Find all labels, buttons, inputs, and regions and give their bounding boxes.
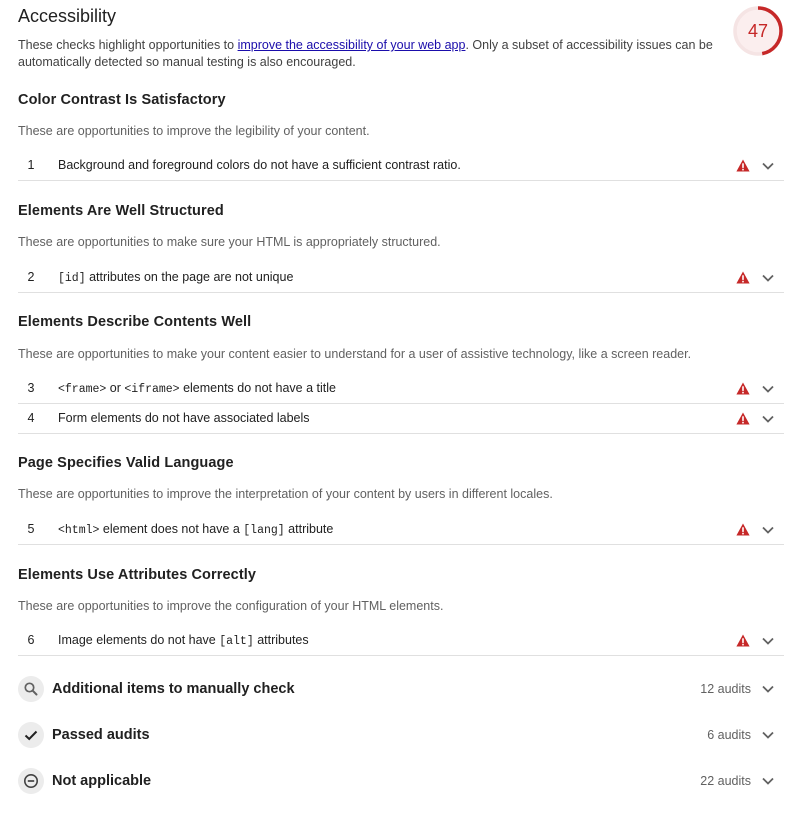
audit-title: <html> element does not have a [lang] at…: [58, 515, 333, 545]
chevron-down-icon[interactable]: [761, 413, 775, 425]
chevron-down-icon[interactable]: [761, 383, 775, 395]
group-description-language: These are opportunities to improve the i…: [18, 487, 553, 501]
audit-index: 3: [27, 381, 35, 395]
chevron-down-icon[interactable]: [761, 775, 775, 787]
audit-index: 6: [27, 633, 35, 647]
category-description: These checks highlight opportunities to …: [18, 37, 723, 71]
audit-text: elements do not have a title: [179, 381, 336, 395]
passed-audits-section[interactable]: Passed audits 6 audits: [18, 720, 784, 750]
search-icon: [18, 676, 44, 702]
code-snippet: <iframe>: [124, 383, 180, 396]
audit-row-html-lang[interactable]: 5 <html> element does not have a [lang] …: [18, 515, 784, 545]
group-description-describe: These are opportunities to make your con…: [18, 347, 692, 361]
warning-icon: [736, 412, 750, 425]
audit-text: Image elements do not have: [58, 633, 220, 647]
score-value: 47: [747, 21, 769, 41]
minus-circle-icon: [18, 768, 44, 794]
group-title-describe: Elements Describe Contents Well: [18, 314, 252, 330]
warning-icon: [736, 271, 750, 284]
chevron-down-icon[interactable]: [761, 683, 775, 695]
group-title-language: Page Specifies Valid Language: [18, 455, 234, 471]
group-title-contrast: Color Contrast Is Satisfactory: [18, 92, 226, 108]
group-title-structure: Elements Are Well Structured: [18, 203, 224, 219]
audit-text: Background and foreground colors do not …: [58, 158, 461, 172]
audit-title: [id] attributes on the page are not uniq…: [58, 263, 293, 293]
audit-text: Form elements do not have associated lab…: [58, 411, 310, 425]
audit-index: 1: [27, 158, 35, 172]
not-applicable-section[interactable]: Not applicable 22 audits: [18, 766, 784, 796]
audit-row-duplicate-id[interactable]: 2 [id] attributes on the page are not un…: [18, 263, 784, 293]
group-description-attributes: These are opportunities to improve the c…: [18, 599, 444, 613]
not-applicable-label: Not applicable: [52, 773, 152, 789]
check-icon: [18, 722, 44, 748]
category-title: Accessibility: [18, 6, 117, 26]
audit-row-frame-title[interactable]: 3 <frame> or <iframe> elements do not ha…: [18, 374, 784, 404]
audit-title: Form elements do not have associated lab…: [58, 404, 310, 433]
code-snippet: [id]: [58, 272, 86, 285]
passed-audits-label: Passed audits: [52, 727, 150, 743]
chevron-down-icon[interactable]: [761, 272, 775, 284]
accessibility-guide-link[interactable]: improve the accessibility of your web ap…: [238, 38, 466, 52]
audit-index: 2: [27, 270, 35, 284]
audit-row-contrast[interactable]: 1 Background and foreground colors do no…: [18, 151, 784, 181]
audit-text: attributes on the page are not unique: [85, 270, 294, 284]
group-description-structure: These are opportunities to make sure you…: [18, 235, 441, 249]
warning-icon: [736, 382, 750, 395]
audit-row-image-alt[interactable]: 6 Image elements do not have [alt] attri…: [18, 626, 784, 656]
audit-index: 4: [27, 411, 35, 425]
warning-icon: [736, 523, 750, 536]
audit-text: attributes: [253, 633, 309, 647]
chevron-down-icon[interactable]: [761, 729, 775, 741]
audit-text: attribute: [284, 522, 334, 536]
chevron-down-icon[interactable]: [761, 635, 775, 647]
audit-title: Background and foreground colors do not …: [58, 151, 461, 180]
chevron-down-icon[interactable]: [761, 160, 775, 172]
code-snippet: <frame>: [58, 383, 107, 396]
audit-row-form-labels[interactable]: 4 Form elements do not have associated l…: [18, 404, 784, 434]
manual-checks-count: 12 audits: [700, 682, 751, 696]
audit-title: <frame> or <iframe> elements do not have…: [58, 374, 336, 404]
passed-audits-count: 6 audits: [707, 728, 751, 742]
code-snippet: [alt]: [219, 635, 254, 648]
manual-checks-section[interactable]: Additional items to manually check 12 au…: [18, 674, 784, 704]
audit-text: or: [106, 381, 125, 395]
warning-icon: [736, 159, 750, 172]
manual-checks-label: Additional items to manually check: [52, 681, 295, 697]
audit-title: Image elements do not have [alt] attribu…: [58, 626, 309, 656]
audit-text: element does not have a: [99, 522, 244, 536]
warning-icon: [736, 634, 750, 647]
description-text: These checks highlight opportunities to: [18, 38, 238, 52]
code-snippet: [lang]: [243, 524, 285, 537]
group-description-contrast: These are opportunities to improve the l…: [18, 124, 370, 138]
not-applicable-count: 22 audits: [700, 774, 751, 788]
chevron-down-icon[interactable]: [761, 524, 775, 536]
group-title-attributes: Elements Use Attributes Correctly: [18, 567, 257, 583]
audit-index: 5: [27, 522, 35, 536]
code-snippet: <html>: [58, 524, 100, 537]
score-gauge[interactable]: 47: [732, 5, 784, 57]
